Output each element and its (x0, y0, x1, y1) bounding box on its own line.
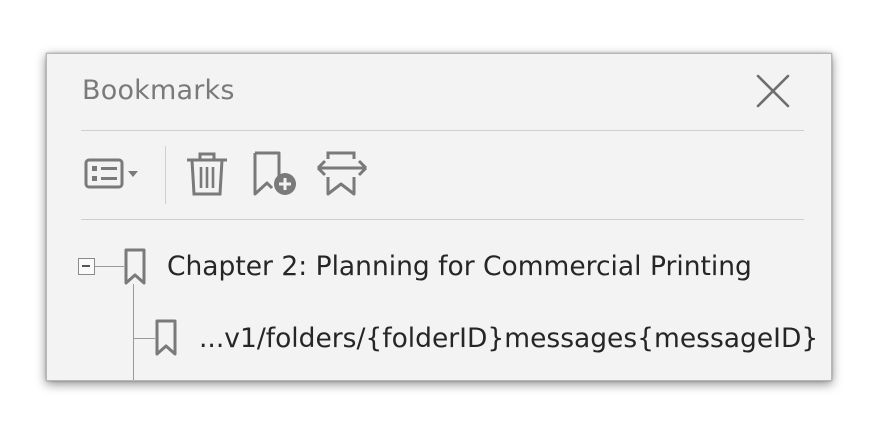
options-menu-button[interactable] (83, 150, 147, 198)
expand-bookmark-icon (316, 151, 368, 196)
tree-connector (133, 284, 134, 380)
bookmark-item-messages[interactable]: ...v1/folders/{folderID}messages{message… (199, 322, 818, 356)
bookmark-icon (123, 248, 147, 290)
close-button[interactable] (752, 70, 794, 112)
new-bookmark-button[interactable] (250, 150, 302, 198)
trash-icon (187, 152, 227, 196)
toolbar-divider (81, 219, 804, 220)
close-icon (756, 74, 790, 108)
add-bookmark-icon (253, 151, 296, 196)
delete-bookmark-button[interactable] (183, 150, 231, 198)
bookmark-item-chapter-2[interactable]: Chapter 2: Planning for Commercial Print… (167, 250, 752, 284)
toolbar-separator (165, 146, 166, 204)
tree-connector (133, 338, 155, 339)
bookmarks-panel: Bookmarks Chapter 2: Planning for Commer… (46, 53, 832, 381)
collapse-toggle[interactable] (78, 258, 95, 275)
list-options-icon (84, 158, 138, 189)
tree-connector (95, 266, 124, 267)
header-divider (81, 130, 804, 131)
panel-title: Bookmarks (82, 75, 235, 106)
expand-bookmark-button[interactable] (316, 150, 368, 198)
bookmark-icon (154, 319, 178, 361)
